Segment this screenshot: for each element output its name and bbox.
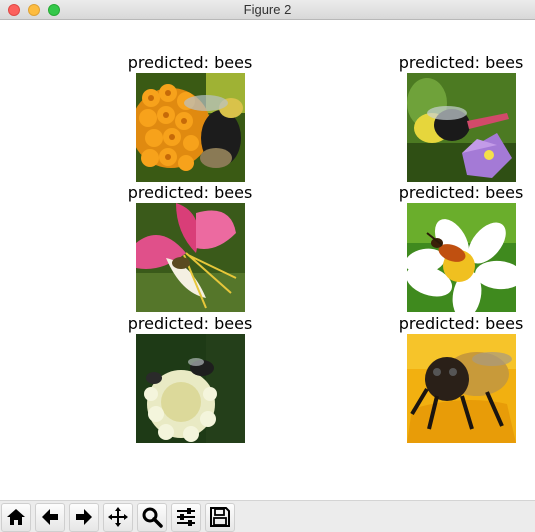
arrow-right-icon: [76, 509, 92, 525]
home-icon: [7, 509, 25, 525]
navigation-toolbar: [0, 500, 535, 532]
zoom-button[interactable]: [137, 503, 167, 532]
bee-image: [406, 334, 516, 443]
arrow-left-icon: [42, 509, 58, 525]
subplot-title: predicted: bees: [398, 314, 524, 333]
bee-image: [135, 73, 245, 182]
bee-image: [406, 73, 516, 182]
window-title: Figure 2: [243, 2, 292, 17]
window-title-bar: Figure 2: [0, 0, 535, 20]
subplot-4: predicted: bees: [381, 183, 535, 312]
configure-subplots-button[interactable]: [171, 503, 201, 532]
floppy-disk-icon: [210, 507, 230, 527]
subplot-title: predicted: bees: [398, 53, 524, 72]
subplot-3: predicted: bees: [110, 183, 270, 312]
pan-button[interactable]: [103, 503, 133, 532]
subplot-title: predicted: bees: [127, 183, 253, 202]
subplot-title: predicted: bees: [127, 53, 253, 72]
subplot-6: predicted: bees: [381, 314, 535, 443]
save-button[interactable]: [205, 503, 235, 532]
bee-image: [406, 203, 516, 312]
subplot-2: predicted: bees: [381, 53, 535, 182]
bee-image: [135, 334, 245, 443]
subplot-1: predicted: bees: [110, 53, 270, 182]
subplot-title: predicted: bees: [127, 314, 253, 333]
magnifier-icon: [142, 507, 163, 528]
bee-image: [135, 203, 245, 312]
move-icon: [108, 507, 128, 527]
subplot-title: predicted: bees: [398, 183, 524, 202]
back-button[interactable]: [35, 503, 65, 532]
figure-canvas[interactable]: predicted: bees predicted: bees predicte…: [0, 20, 535, 500]
sliders-icon: [177, 508, 195, 526]
forward-button[interactable]: [69, 503, 99, 532]
home-button[interactable]: [1, 503, 31, 532]
subplot-5: predicted: bees: [110, 314, 270, 443]
